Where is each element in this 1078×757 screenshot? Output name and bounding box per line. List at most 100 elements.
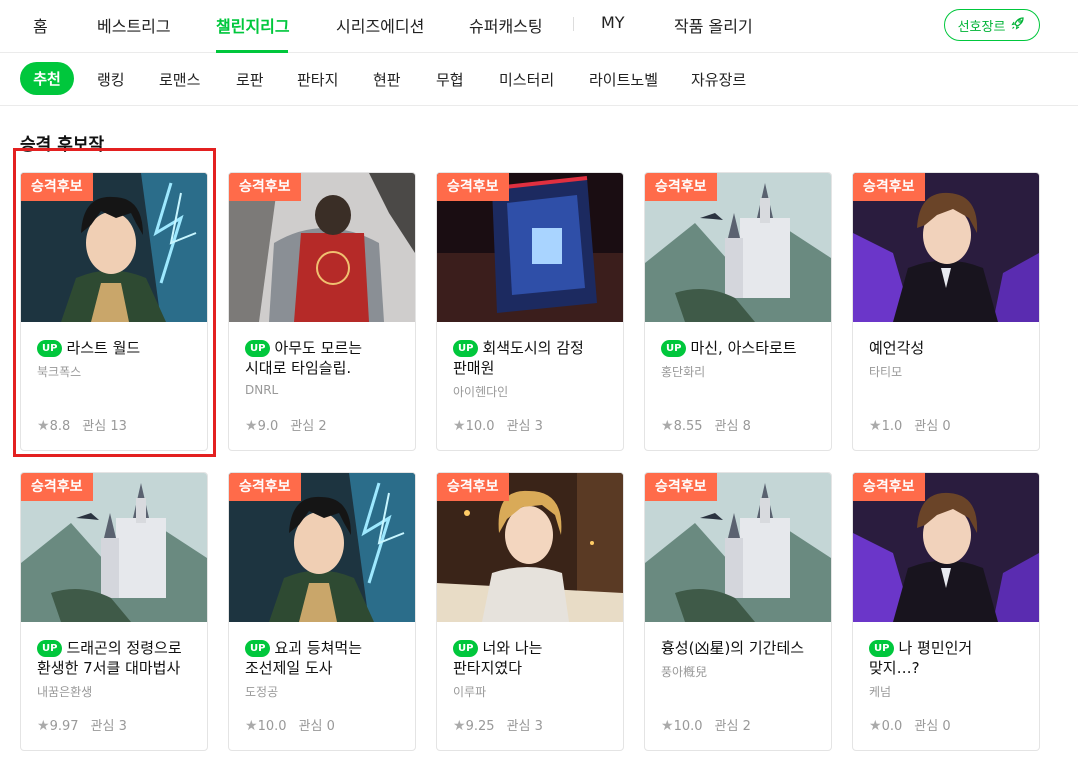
card-info: UP 요괴 등쳐먹는 조선제일 도사도정공 ★10.0 관심 0 bbox=[229, 622, 415, 750]
up-badge: UP bbox=[661, 340, 687, 357]
novel-card[interactable]: 승격후보 UP 드래곤의 정령으로 환생한 7서클 대마법사 내꿈은환생 ★9.97 관심… bbox=[20, 472, 208, 751]
genre-fantasy[interactable]: 판타지 bbox=[297, 69, 338, 90]
interest-count: 0 bbox=[942, 719, 951, 734]
rating-value: 10.0 bbox=[257, 719, 287, 734]
interest-count: 3 bbox=[534, 419, 543, 434]
novel-title-line[interactable]: UP 요괴 등쳐먹는 조선제일 도사 bbox=[245, 638, 399, 678]
star-icon: ★ bbox=[661, 418, 674, 434]
novel-title: 예언각성 bbox=[869, 339, 925, 357]
interest-count: 3 bbox=[118, 719, 127, 734]
novel-title: 라스트 월드 bbox=[66, 339, 141, 357]
interest-count: 13 bbox=[110, 419, 127, 434]
novel-title-line[interactable]: UP 회색도시의 감정 판매원 bbox=[453, 338, 607, 378]
cover-image: 승격후보 bbox=[853, 173, 1039, 322]
nav-super-casting[interactable]: 슈퍼캐스팅 bbox=[469, 13, 543, 37]
novel-title-line[interactable]: UP 나 평민인거 맞지…? bbox=[869, 638, 1023, 678]
novel-title-line[interactable]: UP 라스트 월드 bbox=[37, 338, 191, 358]
top-navigation: 홈 베스트리그 챌린지리그 시리즈에디션 슈퍼캐스팅 MY 작품 올리기 선호장… bbox=[0, 0, 1078, 53]
preferred-genre-label: 선호장르 bbox=[957, 19, 1006, 35]
novel-title-line[interactable]: UP 마신, 아스타로트 bbox=[661, 338, 815, 358]
card-meta: ★10.0 관심 0 bbox=[245, 715, 335, 734]
author-name: DNRL bbox=[245, 383, 279, 397]
interest-count: 0 bbox=[942, 419, 951, 434]
novel-card[interactable]: 승격후보 흉성(凶星)의 기간테스 풍아槪兒 ★10.0 관심 2 bbox=[644, 472, 832, 751]
novel-card[interactable]: 승격후보 UP 너와 나는 판타지였다이루파 ★9.25 관심 3 bbox=[436, 472, 624, 751]
genre-romance[interactable]: 로맨스 bbox=[159, 69, 200, 90]
nav-upload-work[interactable]: 작품 올리기 bbox=[674, 13, 753, 37]
author-name: 풍아槪兒 bbox=[661, 665, 708, 679]
card-info: UP 회색도시의 감정 판매원 아이헨다인 ★10.0 관심 3 bbox=[437, 322, 623, 450]
star-icon: ★ bbox=[37, 718, 50, 734]
star-icon: ★ bbox=[869, 718, 882, 734]
novel-card[interactable]: 승격후보 UP 아무도 모르는 시대로 타임슬립. DNRL ★9.0 관심 2 bbox=[228, 172, 416, 451]
nav-best-league[interactable]: 베스트리그 bbox=[97, 13, 171, 37]
up-badge: UP bbox=[453, 340, 479, 357]
interest-count: 2 bbox=[742, 719, 751, 734]
up-badge: UP bbox=[245, 340, 271, 357]
card-info: UP 아무도 모르는 시대로 타임슬립. DNRL ★9.0 관심 2 bbox=[229, 322, 415, 450]
promotion-candidate-badge: 승격후보 bbox=[21, 173, 93, 201]
author-name: 이루파 bbox=[453, 685, 487, 699]
promotion-candidate-badge: 승격후보 bbox=[645, 173, 717, 201]
promotion-candidate-badge: 승격후보 bbox=[645, 473, 717, 501]
rocket-icon bbox=[1010, 15, 1026, 35]
nav-challenge-league[interactable]: 챌린지리그 bbox=[216, 13, 290, 37]
promotion-candidate-badge: 승격후보 bbox=[853, 173, 925, 201]
genre-modern-fantasy[interactable]: 현판 bbox=[373, 69, 401, 90]
genre-free[interactable]: 자유장르 bbox=[691, 69, 746, 90]
interest-count: 8 bbox=[742, 419, 751, 434]
genre-recommended[interactable]: 추천 bbox=[20, 62, 74, 95]
cover-image: 승격후보 bbox=[645, 173, 831, 322]
card-meta: ★0.0 관심 0 bbox=[869, 715, 951, 734]
novel-card[interactable]: 승격후보 UP 회색도시의 감정 판매원 아이헨다인 ★10.0 관심 3 bbox=[436, 172, 624, 451]
cover-image: 승격후보 bbox=[229, 173, 415, 322]
novel-card[interactable]: 승격후보 UP 마신, 아스타로트 홍단화리 ★8.55 관심 8 bbox=[644, 172, 832, 451]
interest-label: 관심 bbox=[82, 419, 107, 434]
novel-title-line[interactable]: UP 드래곤의 정령으로 환생한 7서클 대마법사 bbox=[37, 638, 191, 678]
novel-card[interactable]: 승격후보 UP 요괴 등쳐먹는 조선제일 도사도정공 ★10.0 관심 0 bbox=[228, 472, 416, 751]
promotion-candidate-badge: 승격후보 bbox=[229, 173, 301, 201]
novel-title-line[interactable]: UP 아무도 모르는 시대로 타임슬립. bbox=[245, 338, 399, 378]
cover-image: 승격후보 bbox=[645, 473, 831, 622]
rating-value: 9.0 bbox=[257, 419, 279, 434]
cover-image: 승격후보 bbox=[21, 173, 207, 322]
genre-light-novel[interactable]: 라이트노벨 bbox=[589, 69, 658, 90]
genre-mystery[interactable]: 미스터리 bbox=[499, 69, 554, 90]
cover-image: 승격후보 bbox=[229, 473, 415, 622]
novel-title: 흉성(凶星)의 기간테스 bbox=[661, 639, 805, 657]
promotion-candidate-badge: 승격후보 bbox=[853, 473, 925, 501]
nav-my[interactable]: MY bbox=[601, 13, 625, 32]
star-icon: ★ bbox=[661, 718, 674, 734]
star-icon: ★ bbox=[453, 418, 466, 434]
cover-image: 승격후보 bbox=[437, 173, 623, 322]
genre-ranking[interactable]: 랭킹 bbox=[97, 69, 125, 90]
preferred-genre-button[interactable]: 선호장르 bbox=[944, 9, 1040, 41]
author-name: 도정공 bbox=[245, 685, 279, 699]
nav-home[interactable]: 홈 bbox=[33, 13, 48, 37]
novel-card[interactable]: 승격후보 UP 라스트 월드 북크폭스 ★8.8 관심 13 bbox=[20, 172, 208, 451]
author-name: 홍단화리 bbox=[661, 365, 706, 379]
interest-label: 관심 bbox=[506, 419, 531, 434]
card-meta: ★9.25 관심 3 bbox=[453, 715, 543, 734]
novel-title-line[interactable]: 흉성(凶星)의 기간테스 bbox=[661, 638, 815, 658]
rating-value: 9.97 bbox=[49, 719, 79, 734]
card-info: UP 마신, 아스타로트 홍단화리 ★8.55 관심 8 bbox=[645, 322, 831, 450]
interest-label: 관심 bbox=[90, 719, 115, 734]
interest-label: 관심 bbox=[506, 719, 531, 734]
novel-card[interactable]: 승격후보 예언각성 타티모 ★1.0 관심 0 bbox=[852, 172, 1040, 451]
section-title: 승격 후보작 bbox=[20, 135, 105, 155]
novel-card[interactable]: 승격후보 UP 나 평민인거 맞지…? 케넘 ★0.0 관심 0 bbox=[852, 472, 1040, 751]
nav-series-edition[interactable]: 시리즈에디션 bbox=[336, 13, 424, 37]
novel-title-line[interactable]: UP 너와 나는 판타지였다 bbox=[453, 638, 607, 678]
star-icon: ★ bbox=[869, 418, 882, 434]
cover-image: 승격후보 bbox=[853, 473, 1039, 622]
star-icon: ★ bbox=[37, 418, 50, 434]
novel-title-line[interactable]: 예언각성 bbox=[869, 338, 1023, 358]
up-badge: UP bbox=[37, 640, 63, 657]
genre-martial-arts[interactable]: 무협 bbox=[436, 69, 464, 90]
rating-value: 10.0 bbox=[673, 719, 703, 734]
cover-image: 승격후보 bbox=[21, 473, 207, 622]
cover-image: 승격후보 bbox=[437, 473, 623, 622]
genre-romance-fantasy[interactable]: 로판 bbox=[236, 69, 264, 90]
author-name: 타티모 bbox=[869, 365, 903, 379]
